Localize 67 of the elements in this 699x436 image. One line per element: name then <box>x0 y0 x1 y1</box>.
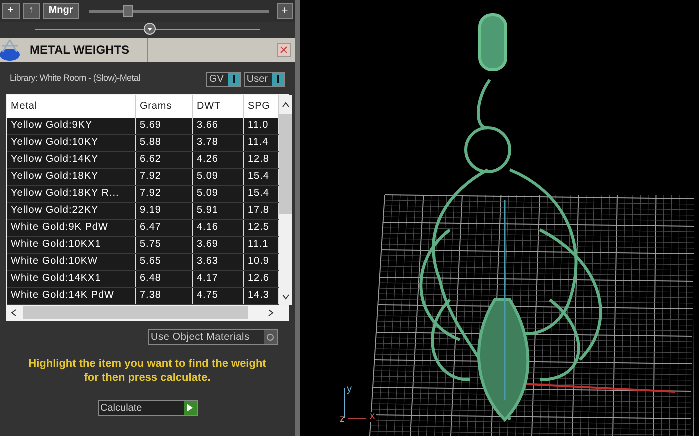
y-axis-icon <box>344 388 346 418</box>
table-cell: 3.78 <box>193 135 244 151</box>
table-cell: 4.17 <box>193 271 244 287</box>
table-cell: 5.88 <box>136 135 193 151</box>
toggle-button[interactable]: User <box>244 72 285 86</box>
table-cell: White Gold:10KX1 <box>7 237 136 253</box>
toolbar-button[interactable]: + <box>2 3 20 19</box>
table-cell: 4.16 <box>193 220 244 236</box>
table-cell: Yellow Gold:18KY R... <box>7 186 136 202</box>
table-cell: 4.26 <box>193 152 244 168</box>
table-row[interactable]: Yellow Gold:9KY 5.69 3.66 11.0 <box>7 118 279 135</box>
table-row[interactable]: White Gold:10KW 5.65 3.63 10.9 <box>7 254 279 271</box>
table-row[interactable]: Yellow Gold:14KY 6.62 4.26 12.8 <box>7 152 279 169</box>
table-cell: 6.47 <box>136 220 193 236</box>
table-row[interactable]: White Gold:14K PdW 7.38 4.75 14.3 <box>7 288 279 305</box>
table-cell: 5.09 <box>193 186 244 202</box>
collapse-icon[interactable] <box>144 23 156 35</box>
use-object-materials-toggle[interactable]: Use Object Materials <box>148 329 278 345</box>
toolbar-button[interactable]: ↑ <box>22 3 40 19</box>
table-cell: 6.62 <box>136 152 193 168</box>
calculate-button[interactable]: Calculate <box>98 400 198 416</box>
add-button[interactable]: + <box>277 3 293 19</box>
table-cell: 7.38 <box>136 288 193 304</box>
table-cell: 6.48 <box>136 271 193 287</box>
table-cell: 3.66 <box>193 118 244 134</box>
table-cell: Yellow Gold:10KY <box>7 135 136 151</box>
table-cell: Yellow Gold:18KY <box>7 169 136 185</box>
table-cell: 5.91 <box>193 203 244 219</box>
y-axis-label: y <box>347 383 352 397</box>
table-cell: Yellow Gold:9KY <box>7 118 136 134</box>
x-axis-icon <box>348 418 366 420</box>
table-row[interactable]: Yellow Gold:10KY 5.88 3.78 11.4 <box>7 135 279 152</box>
table-cell: 5.69 <box>136 118 193 134</box>
table-cell: 4.75 <box>193 288 244 304</box>
table-cell: White Gold:14K PdW <box>7 288 136 304</box>
instruction-text: Highlight the item you want to find the weight for then press calculate. <box>28 357 268 385</box>
table-cell: 9.19 <box>136 203 193 219</box>
table-cell: Yellow Gold:22KY <box>7 203 136 219</box>
table-row[interactable]: White Gold:9K PdW 6.47 4.16 12.5 <box>7 220 279 237</box>
table-cell: 3.69 <box>193 237 244 253</box>
table-cell: White Gold:9K PdW <box>7 220 136 236</box>
zoom-slider[interactable] <box>89 5 270 17</box>
table-row[interactable]: White Gold:14KX1 6.48 4.17 12.6 <box>7 271 279 288</box>
table-row[interactable]: White Gold:10KX1 5.75 3.69 11.1 <box>7 237 279 254</box>
close-icon <box>280 46 288 54</box>
vertical-scrollbar[interactable] <box>279 95 292 305</box>
table-cell: White Gold:14KX1 <box>7 271 136 287</box>
table-cell: 7.92 <box>136 169 193 185</box>
x-axis-label: x <box>369 412 376 422</box>
table-cell: 5.75 <box>136 237 193 253</box>
z-axis-label: z <box>340 413 345 427</box>
slider-thumb[interactable] <box>123 5 134 17</box>
library-label: Library: White Room - (Slow)-Metal <box>10 72 140 86</box>
table-cell: 3.63 <box>193 254 244 270</box>
table-row[interactable]: Yellow Gold:18KY R... 7.92 5.09 15.4 <box>7 186 279 203</box>
table-cell: 5.09 <box>193 169 244 185</box>
panel-title: METAL WEIGHTS <box>30 42 131 59</box>
table-cell: 7.92 <box>136 186 193 202</box>
table-row[interactable]: Yellow Gold:22KY 9.19 5.91 17.8 <box>7 203 279 220</box>
table-row[interactable]: Yellow Gold:18KY 7.92 5.09 15.4 <box>7 169 279 186</box>
toolbar-button[interactable]: Mngr <box>42 3 80 19</box>
table-cell: Yellow Gold:14KY <box>7 152 136 168</box>
play-icon <box>187 404 193 412</box>
toggle-button[interactable]: GV <box>206 72 241 86</box>
table-cell: 5.65 <box>136 254 193 270</box>
close-button[interactable] <box>277 43 291 57</box>
table-cell: White Gold:10KW <box>7 254 136 270</box>
